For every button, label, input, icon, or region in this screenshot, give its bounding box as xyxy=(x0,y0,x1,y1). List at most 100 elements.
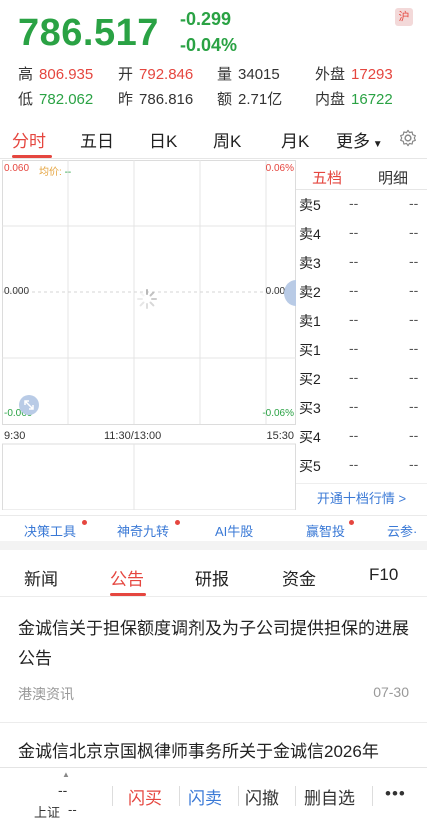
index-value: -- xyxy=(58,782,68,798)
order-book-row: 买4 -- -- xyxy=(299,427,425,447)
level-volume: -- xyxy=(409,224,419,240)
active-tab-indicator xyxy=(12,155,52,158)
level-volume: -- xyxy=(409,311,419,327)
stat-open: 开 792.846 xyxy=(118,66,194,83)
badge-dot xyxy=(82,520,87,525)
level-label: 买2 xyxy=(299,371,321,387)
tab-announcements[interactable]: 公告 xyxy=(110,565,144,590)
tool-magic-nine[interactable]: 神奇九转 xyxy=(117,521,169,540)
level-volume: -- xyxy=(409,195,419,211)
badge-dot xyxy=(349,520,354,525)
open-level10-link[interactable]: 开通十档行情 > xyxy=(296,483,427,513)
list-item[interactable]: 金诚信关于担保额度调剂及为子公司提供担保的进展公告 港澳资讯 07-30 xyxy=(18,614,413,706)
level-price: -- xyxy=(349,253,359,269)
divider xyxy=(238,786,239,806)
tab-five-day[interactable]: 五日 xyxy=(80,127,114,152)
tab-research[interactable]: 研报 xyxy=(195,565,229,590)
flash-sell-button[interactable]: 闪卖 xyxy=(188,784,222,809)
index-change: -- xyxy=(68,802,77,817)
level-price: -- xyxy=(349,340,359,356)
level-volume: -- xyxy=(409,340,419,356)
level-label: 买5 xyxy=(299,458,321,474)
quote-header: 786.517 -0.299 -0.04% 沪 高 806.935 开 792.84… xyxy=(0,0,427,115)
tab-more[interactable]: 更多 ▼ xyxy=(336,127,383,152)
chart-tabs: 分时 五日 日K 周K 月K 更多 ▼ xyxy=(0,117,427,159)
order-book-row: 买1 -- -- xyxy=(299,340,425,360)
stat-outer: 外盘 17293 xyxy=(315,66,393,83)
article-title: 金诚信关于担保额度调剂及为子公司提供担保的进展公告 xyxy=(18,619,409,668)
time-label-close: 15:30 xyxy=(266,430,294,442)
index-name: 上证 xyxy=(34,805,61,820)
tool-win-invest[interactable]: 赢智投 xyxy=(306,521,345,540)
time-label-mid: 11:30/13:00 xyxy=(104,430,162,442)
tab-news[interactable]: 新闻 xyxy=(24,565,58,590)
index-ticker[interactable]: ▲ -- 上证 -- xyxy=(8,768,108,823)
stat-low: 低 782.062 xyxy=(18,91,94,108)
level-label: 买3 xyxy=(299,400,321,416)
more-menu-icon[interactable]: ••• xyxy=(385,784,406,804)
price-change: -0.299 xyxy=(180,9,232,29)
bottom-action-bar: ▲ -- 上证 -- 闪买 闪卖 闪撤 删自选 ••• xyxy=(0,767,427,823)
gear-icon[interactable] xyxy=(399,129,417,147)
divider xyxy=(179,786,180,806)
level-price: -- xyxy=(349,427,359,443)
list-item[interactable]: 金诚信北京京国枫律师事务所关于金诚信2026年 xyxy=(18,737,413,767)
level-label: 卖3 xyxy=(299,255,321,271)
order-book-row: 卖5 -- -- xyxy=(299,195,425,215)
tab-trade-detail[interactable]: 明细 xyxy=(378,167,408,188)
level-volume: -- xyxy=(409,398,419,414)
price-change-pct: -0.04% xyxy=(180,35,238,55)
order-book-row: 卖1 -- -- xyxy=(299,311,425,331)
tool-strip: 决策工具 神奇九转 AI牛股 赢智投 云参· xyxy=(0,515,427,541)
panel-toggle-handle[interactable] xyxy=(284,280,296,306)
level-label: 买4 xyxy=(299,429,321,445)
pct-axis-bottom: -0.06% xyxy=(262,408,294,419)
caret-up-icon: ▲ xyxy=(62,770,70,779)
avg-price-label: 均价: -- xyxy=(39,167,72,178)
level-volume: -- xyxy=(409,456,419,472)
stat-inner: 内盘 16722 xyxy=(315,91,393,108)
level-price: -- xyxy=(349,195,359,211)
last-price: 786.517 xyxy=(18,12,159,54)
price-axis-mid: 0.000 xyxy=(4,286,30,297)
level-label: 卖2 xyxy=(299,284,321,300)
article-date: 07-30 xyxy=(373,684,409,700)
order-book: 五档 明细 卖5 -- -- 卖4 -- -- 卖3 -- -- 卖2 -- -- 卖1 -- -- 买1 --… xyxy=(296,160,427,516)
section-gap xyxy=(0,541,427,550)
tab-f10[interactable]: F10 xyxy=(369,565,398,585)
tab-funds[interactable]: 资金 xyxy=(282,565,316,590)
intraday-chart[interactable]: 0.060 均价: -- 0.000 -0.060 0.06% 0.00% -0… xyxy=(2,160,296,510)
order-book-row: 买5 -- -- xyxy=(299,456,425,476)
market-badge: 沪 xyxy=(395,8,413,26)
flash-buy-button[interactable]: 闪买 xyxy=(128,784,162,809)
level-volume: -- xyxy=(409,427,419,443)
level-price: -- xyxy=(349,398,359,414)
level-price: -- xyxy=(349,282,359,298)
tab-five-levels[interactable]: 五档 xyxy=(312,167,342,188)
time-label-open: 9:30 xyxy=(4,430,26,442)
loading-spinner-icon xyxy=(137,289,157,309)
article-meta: 港澳资讯 07-30 xyxy=(18,684,413,706)
order-book-row: 卖4 -- -- xyxy=(299,224,425,244)
order-book-row: 卖3 -- -- xyxy=(299,253,425,273)
level-volume: -- xyxy=(409,253,419,269)
level-label: 卖4 xyxy=(299,226,321,242)
expand-icon[interactable] xyxy=(18,394,40,416)
tool-cloud[interactable]: 云参· xyxy=(387,521,417,540)
divider xyxy=(372,786,373,806)
tab-intraday[interactable]: 分时 xyxy=(12,127,46,152)
flash-cancel-button[interactable]: 闪撤 xyxy=(245,784,279,809)
article-title: 金诚信北京京国枫律师事务所关于金诚信2026年 xyxy=(18,742,379,761)
level-label: 卖5 xyxy=(299,197,321,213)
tab-daily-k[interactable]: 日K xyxy=(149,127,177,152)
level-volume: -- xyxy=(409,369,419,385)
stat-prev-close: 昨 786.816 xyxy=(118,91,194,108)
tab-weekly-k[interactable]: 周K xyxy=(213,127,241,152)
tab-monthly-k[interactable]: 月K xyxy=(281,127,309,152)
delete-watchlist-button[interactable]: 删自选 xyxy=(304,784,355,809)
tool-decision[interactable]: 决策工具 xyxy=(24,521,76,540)
level-price: -- xyxy=(349,456,359,472)
news-tabs: 新闻 公告 研报 资金 F10 xyxy=(0,555,427,597)
level-price: -- xyxy=(349,311,359,327)
tool-ai-stock[interactable]: AI牛股 xyxy=(215,521,253,540)
